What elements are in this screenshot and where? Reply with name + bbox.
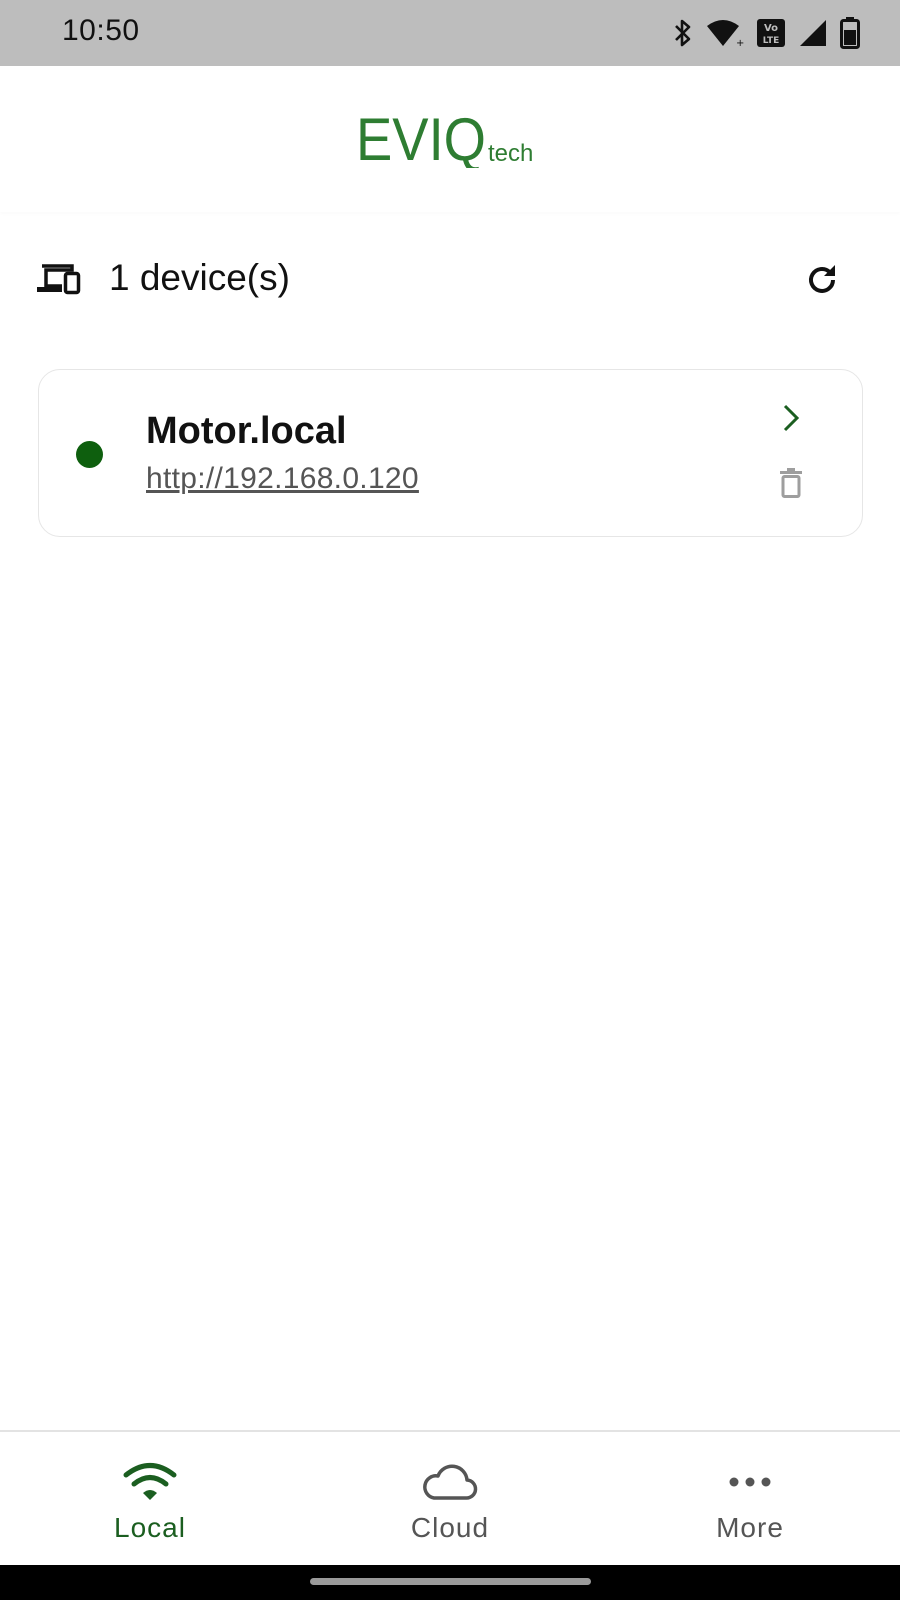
refresh-button[interactable] <box>800 258 844 302</box>
refresh-icon <box>809 265 835 293</box>
svg-text:EVIQ: EVIQ <box>356 108 486 168</box>
nav-label-more: More <box>716 1512 784 1543</box>
nav-label-cloud: Cloud <box>410 1512 490 1543</box>
device-url-link[interactable]: http://192.168.0.120 <box>146 462 419 496</box>
devices-summary-row: 1 device(s) <box>0 240 900 320</box>
wifi-icon <box>120 1460 180 1504</box>
nav-tab-more[interactable]: More <box>600 1432 900 1567</box>
system-status-bar: 10:50 + Vo LTE <box>0 0 900 66</box>
trash-icon <box>780 468 802 498</box>
status-icons: + Vo LTE <box>672 16 860 50</box>
home-indicator[interactable] <box>310 1578 591 1585</box>
delete-device-button[interactable] <box>774 463 808 503</box>
online-status-dot <box>76 441 103 468</box>
nav-label-local: Local <box>114 1512 186 1543</box>
battery-icon <box>840 17 860 49</box>
svg-text:+: + <box>736 38 744 48</box>
status-time: 10:50 <box>62 14 140 47</box>
device-card[interactable]: Motor.local http://192.168.0.120 <box>38 369 863 537</box>
chevron-right-icon <box>783 404 800 432</box>
svg-text:LTE: LTE <box>763 36 780 46</box>
system-gesture-bar <box>0 1565 900 1600</box>
bottom-navigation: Local Cloud More <box>0 1430 900 1565</box>
eviq-logo: EVIQ tech <box>356 106 546 173</box>
svg-text:tech: tech <box>488 140 533 167</box>
cellular-signal-icon <box>798 18 828 48</box>
open-device-button[interactable] <box>774 398 808 438</box>
bluetooth-icon <box>672 18 694 48</box>
volte-icon: Vo LTE <box>756 18 786 48</box>
wifi-icon: + <box>706 18 744 48</box>
app-header: EVIQ tech <box>0 66 900 212</box>
nav-tab-cloud[interactable]: Cloud <box>300 1432 600 1567</box>
devices-icon <box>36 262 82 298</box>
device-name: Motor.local <box>146 410 347 452</box>
nav-tab-local[interactable]: Local <box>0 1432 300 1567</box>
cloud-icon <box>420 1460 480 1504</box>
devices-count-label: 1 device(s) <box>109 257 290 298</box>
svg-text:Vo: Vo <box>764 23 778 34</box>
more-horizontal-icon <box>720 1460 780 1504</box>
